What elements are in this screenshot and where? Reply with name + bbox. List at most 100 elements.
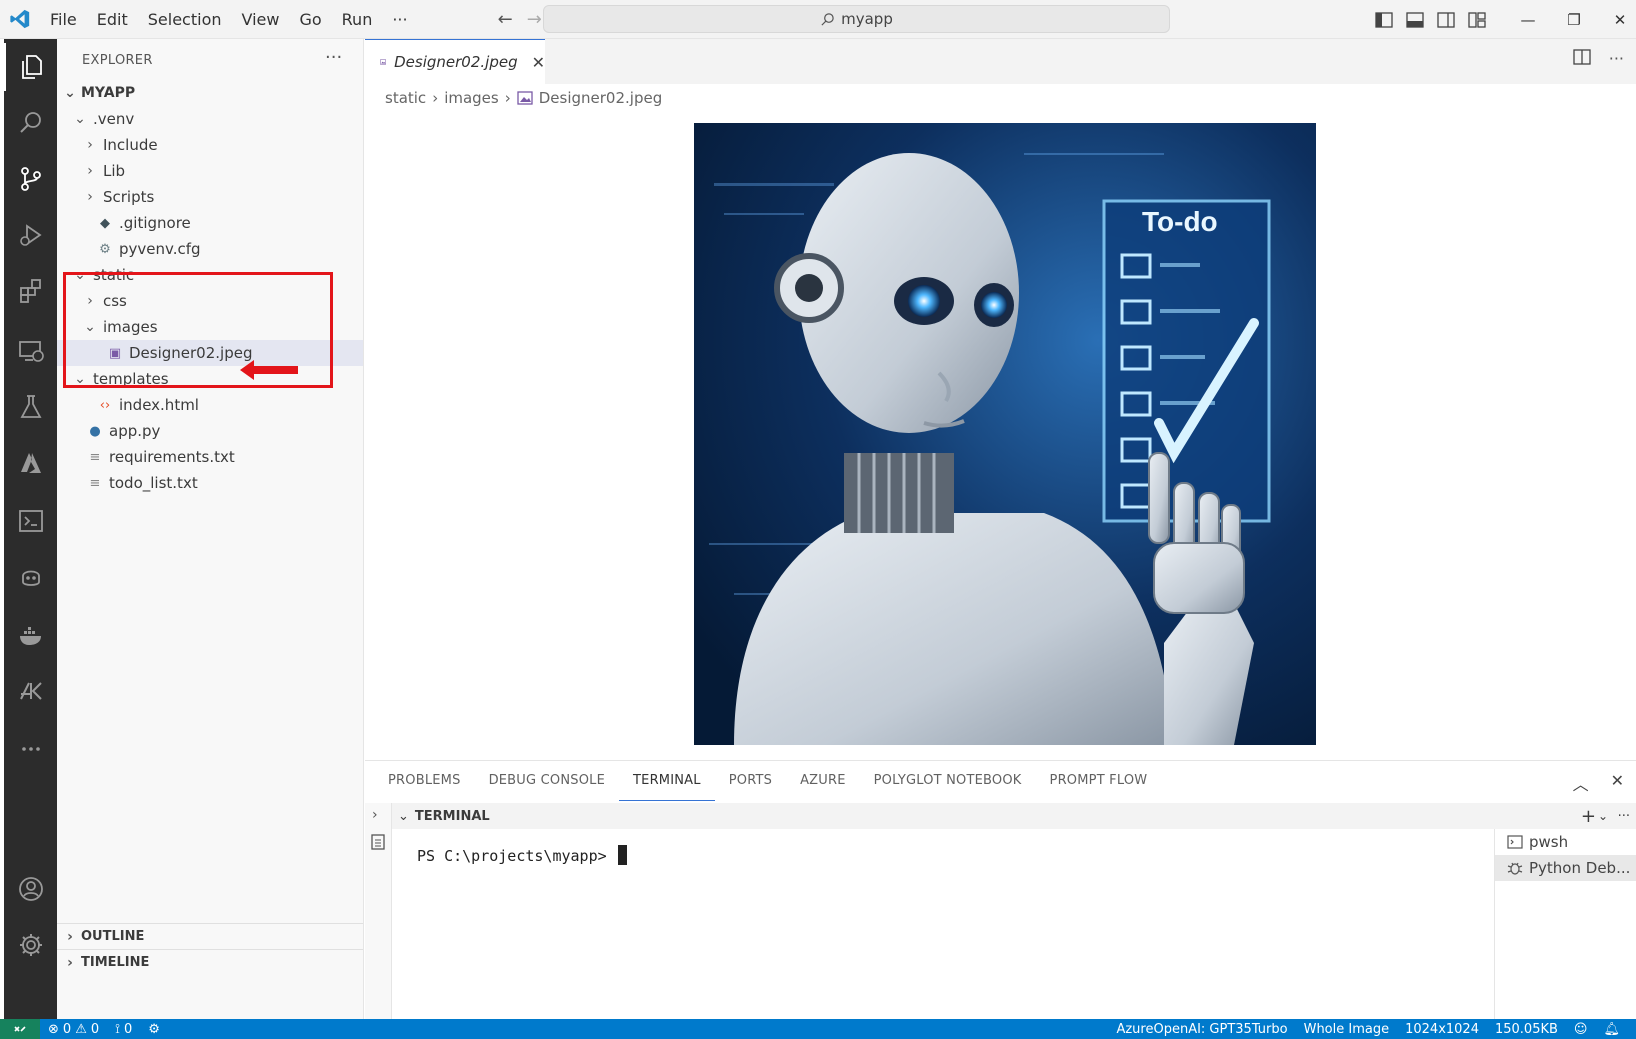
command-center-search[interactable]: myapp	[543, 5, 1170, 33]
new-terminal-icon[interactable]: +	[1581, 806, 1596, 827]
notes-icon[interactable]	[370, 833, 386, 851]
menu-run[interactable]: Run	[332, 0, 383, 39]
split-editor-icon[interactable]	[1573, 49, 1591, 65]
explorer-icon[interactable]	[4, 43, 57, 91]
azure-icon[interactable]	[4, 439, 57, 487]
toggle-primary-sidebar-icon[interactable]	[1375, 11, 1393, 28]
remote-explorer-icon[interactable]	[4, 327, 57, 375]
menu-more[interactable]: ···	[382, 0, 417, 39]
ports-status[interactable]: ⟟ 0	[107, 1022, 140, 1037]
back-arrow-icon[interactable]: ←	[498, 9, 513, 30]
chevron-right-icon[interactable]: ›	[372, 807, 378, 823]
explorer-title: EXPLORER	[82, 53, 153, 68]
chevron-down-icon[interactable]: ⌄	[398, 809, 409, 824]
breadcrumb-file[interactable]: Designer02.jpeg	[539, 89, 662, 107]
tree-item[interactable]: › Include	[57, 132, 363, 158]
menu-edit[interactable]: Edit	[87, 0, 138, 39]
status-right: AzureOpenAI: GPT35Turbo Whole Image 1024…	[1108, 1019, 1628, 1039]
azure-openai-status[interactable]: AzureOpenAI: GPT35Turbo	[1108, 1022, 1295, 1037]
tab-designer02[interactable]: Designer02.jpeg ✕	[365, 39, 545, 84]
terminal-activity-icon[interactable]	[4, 497, 57, 545]
tree-item[interactable]: ≡ todo_list.txt	[57, 470, 363, 496]
toggle-secondary-sidebar-icon[interactable]	[1437, 11, 1455, 28]
menu-go[interactable]: Go	[289, 0, 331, 39]
tree-item[interactable]: ⌄ .venv	[57, 106, 363, 132]
problems-status[interactable]: ⊗ 0 ⚠ 0	[40, 1022, 107, 1037]
broadcast-icon: ⟟	[115, 1021, 120, 1037]
kubernetes-icon[interactable]	[4, 667, 57, 715]
toggle-panel-icon[interactable]	[1406, 11, 1424, 28]
extensions-icon[interactable]	[4, 267, 57, 315]
image-zoom-status[interactable]: Whole Image	[1296, 1022, 1398, 1037]
tab-prompt-flow[interactable]: PROMPT FLOW	[1036, 761, 1162, 801]
tab-label: Designer02.jpeg	[394, 53, 518, 71]
close-panel-icon[interactable]: ✕	[1611, 771, 1624, 795]
panel-tabs: PROBLEMS DEBUG CONSOLE TERMINAL PORTS AZ…	[365, 761, 1636, 801]
search-label: myapp	[841, 10, 893, 28]
chevron-right-icon: ›	[67, 954, 73, 971]
terminal-cursor	[617, 845, 627, 865]
breadcrumb-images[interactable]: images	[444, 89, 499, 107]
tab-problems[interactable]: PROBLEMS	[374, 761, 475, 801]
tree-item[interactable]: ⚙ pyvenv.cfg	[57, 236, 363, 262]
source-control-icon[interactable]	[4, 155, 57, 203]
editor-more-icon[interactable]: ···	[1609, 49, 1624, 68]
testing-icon[interactable]	[4, 383, 57, 431]
timeline-section[interactable]: › TIMELINE	[57, 949, 363, 975]
close-window-button[interactable]: ✕	[1597, 11, 1636, 29]
folder-root-myapp[interactable]: ⌄ MYAPP	[57, 80, 363, 106]
run-debug-icon[interactable]	[4, 211, 57, 259]
window-controls: — ❐ ✕	[1505, 0, 1636, 39]
tree-item[interactable]: › Scripts	[57, 184, 363, 210]
tree-item[interactable]: ‹› index.html	[57, 392, 363, 418]
bottom-panel: PROBLEMS DEBUG CONSOLE TERMINAL PORTS AZ…	[365, 760, 1636, 1020]
tree-item[interactable]: ≡ requirements.txt	[57, 444, 363, 470]
terminal-item-pwsh[interactable]: pwsh	[1495, 829, 1636, 855]
debug-status-icon[interactable]: ⚙	[140, 1022, 168, 1037]
tab-azure[interactable]: AZURE	[786, 761, 860, 801]
tree-item[interactable]: › Lib	[57, 158, 363, 184]
text-file-icon: ≡	[89, 449, 101, 465]
manage-gear-icon[interactable]	[4, 921, 57, 969]
more-views-icon[interactable]	[4, 725, 57, 773]
menu-file[interactable]: File	[40, 0, 87, 39]
customize-layout-icon[interactable]	[1468, 11, 1486, 28]
forward-arrow-icon[interactable]: →	[527, 9, 542, 30]
copilot-status-icon[interactable]: ☺	[1566, 1022, 1596, 1037]
layout-controls	[1375, 0, 1486, 39]
outline-section[interactable]: › OUTLINE	[57, 923, 363, 949]
tab-polyglot-notebook[interactable]: POLYGLOT NOTEBOOK	[860, 761, 1036, 801]
terminal-dropdown-icon[interactable]: ⌄	[1598, 809, 1608, 823]
menu-view[interactable]: View	[232, 0, 290, 39]
terminal-output[interactable]: PS C:\projects\myapp>	[392, 829, 1492, 1019]
terminal-prompt: PS C:\projects\myapp>	[417, 847, 607, 865]
minimize-button[interactable]: —	[1505, 11, 1551, 29]
docker-icon[interactable]	[4, 611, 57, 659]
image-size-status: 150.05KB	[1494, 1021, 1558, 1037]
search-activity-icon[interactable]	[4, 99, 57, 147]
restore-button[interactable]: ❐	[1551, 11, 1597, 29]
tree-item[interactable]: ● app.py	[57, 418, 363, 444]
terminal-side-strip: ›	[365, 803, 392, 1020]
tab-terminal[interactable]: TERMINAL	[619, 761, 715, 801]
image-dimensions-status: 1024x1024	[1405, 1021, 1479, 1037]
tab-ports[interactable]: PORTS	[715, 761, 786, 801]
maximize-panel-icon[interactable]: ︿	[1573, 771, 1589, 795]
text-file-icon: ≡	[89, 475, 101, 491]
accounts-icon[interactable]	[4, 865, 57, 913]
copilot-icon[interactable]	[4, 553, 57, 601]
close-tab-icon[interactable]: ✕	[532, 53, 545, 72]
terminal-icon	[1507, 835, 1523, 849]
debug-bug-icon	[1507, 862, 1523, 875]
tab-debug-console[interactable]: DEBUG CONSOLE	[475, 761, 619, 801]
menu-selection[interactable]: Selection	[138, 0, 232, 39]
terminal-item-python-debug[interactable]: Python Deb...	[1495, 855, 1636, 881]
tree-item[interactable]: ◆ .gitignore	[57, 210, 363, 236]
notifications-bell-icon[interactable]: 🔔︎	[1595, 1022, 1628, 1037]
error-count: 0	[62, 1021, 72, 1037]
breadcrumb-static[interactable]: static	[385, 89, 426, 107]
remote-indicator-icon[interactable]	[0, 1019, 40, 1039]
terminal-more-icon[interactable]: ···	[1618, 809, 1630, 824]
explorer-more-button[interactable]: ···	[325, 47, 342, 68]
terminal-item-label: Python Deb...	[1529, 859, 1631, 877]
